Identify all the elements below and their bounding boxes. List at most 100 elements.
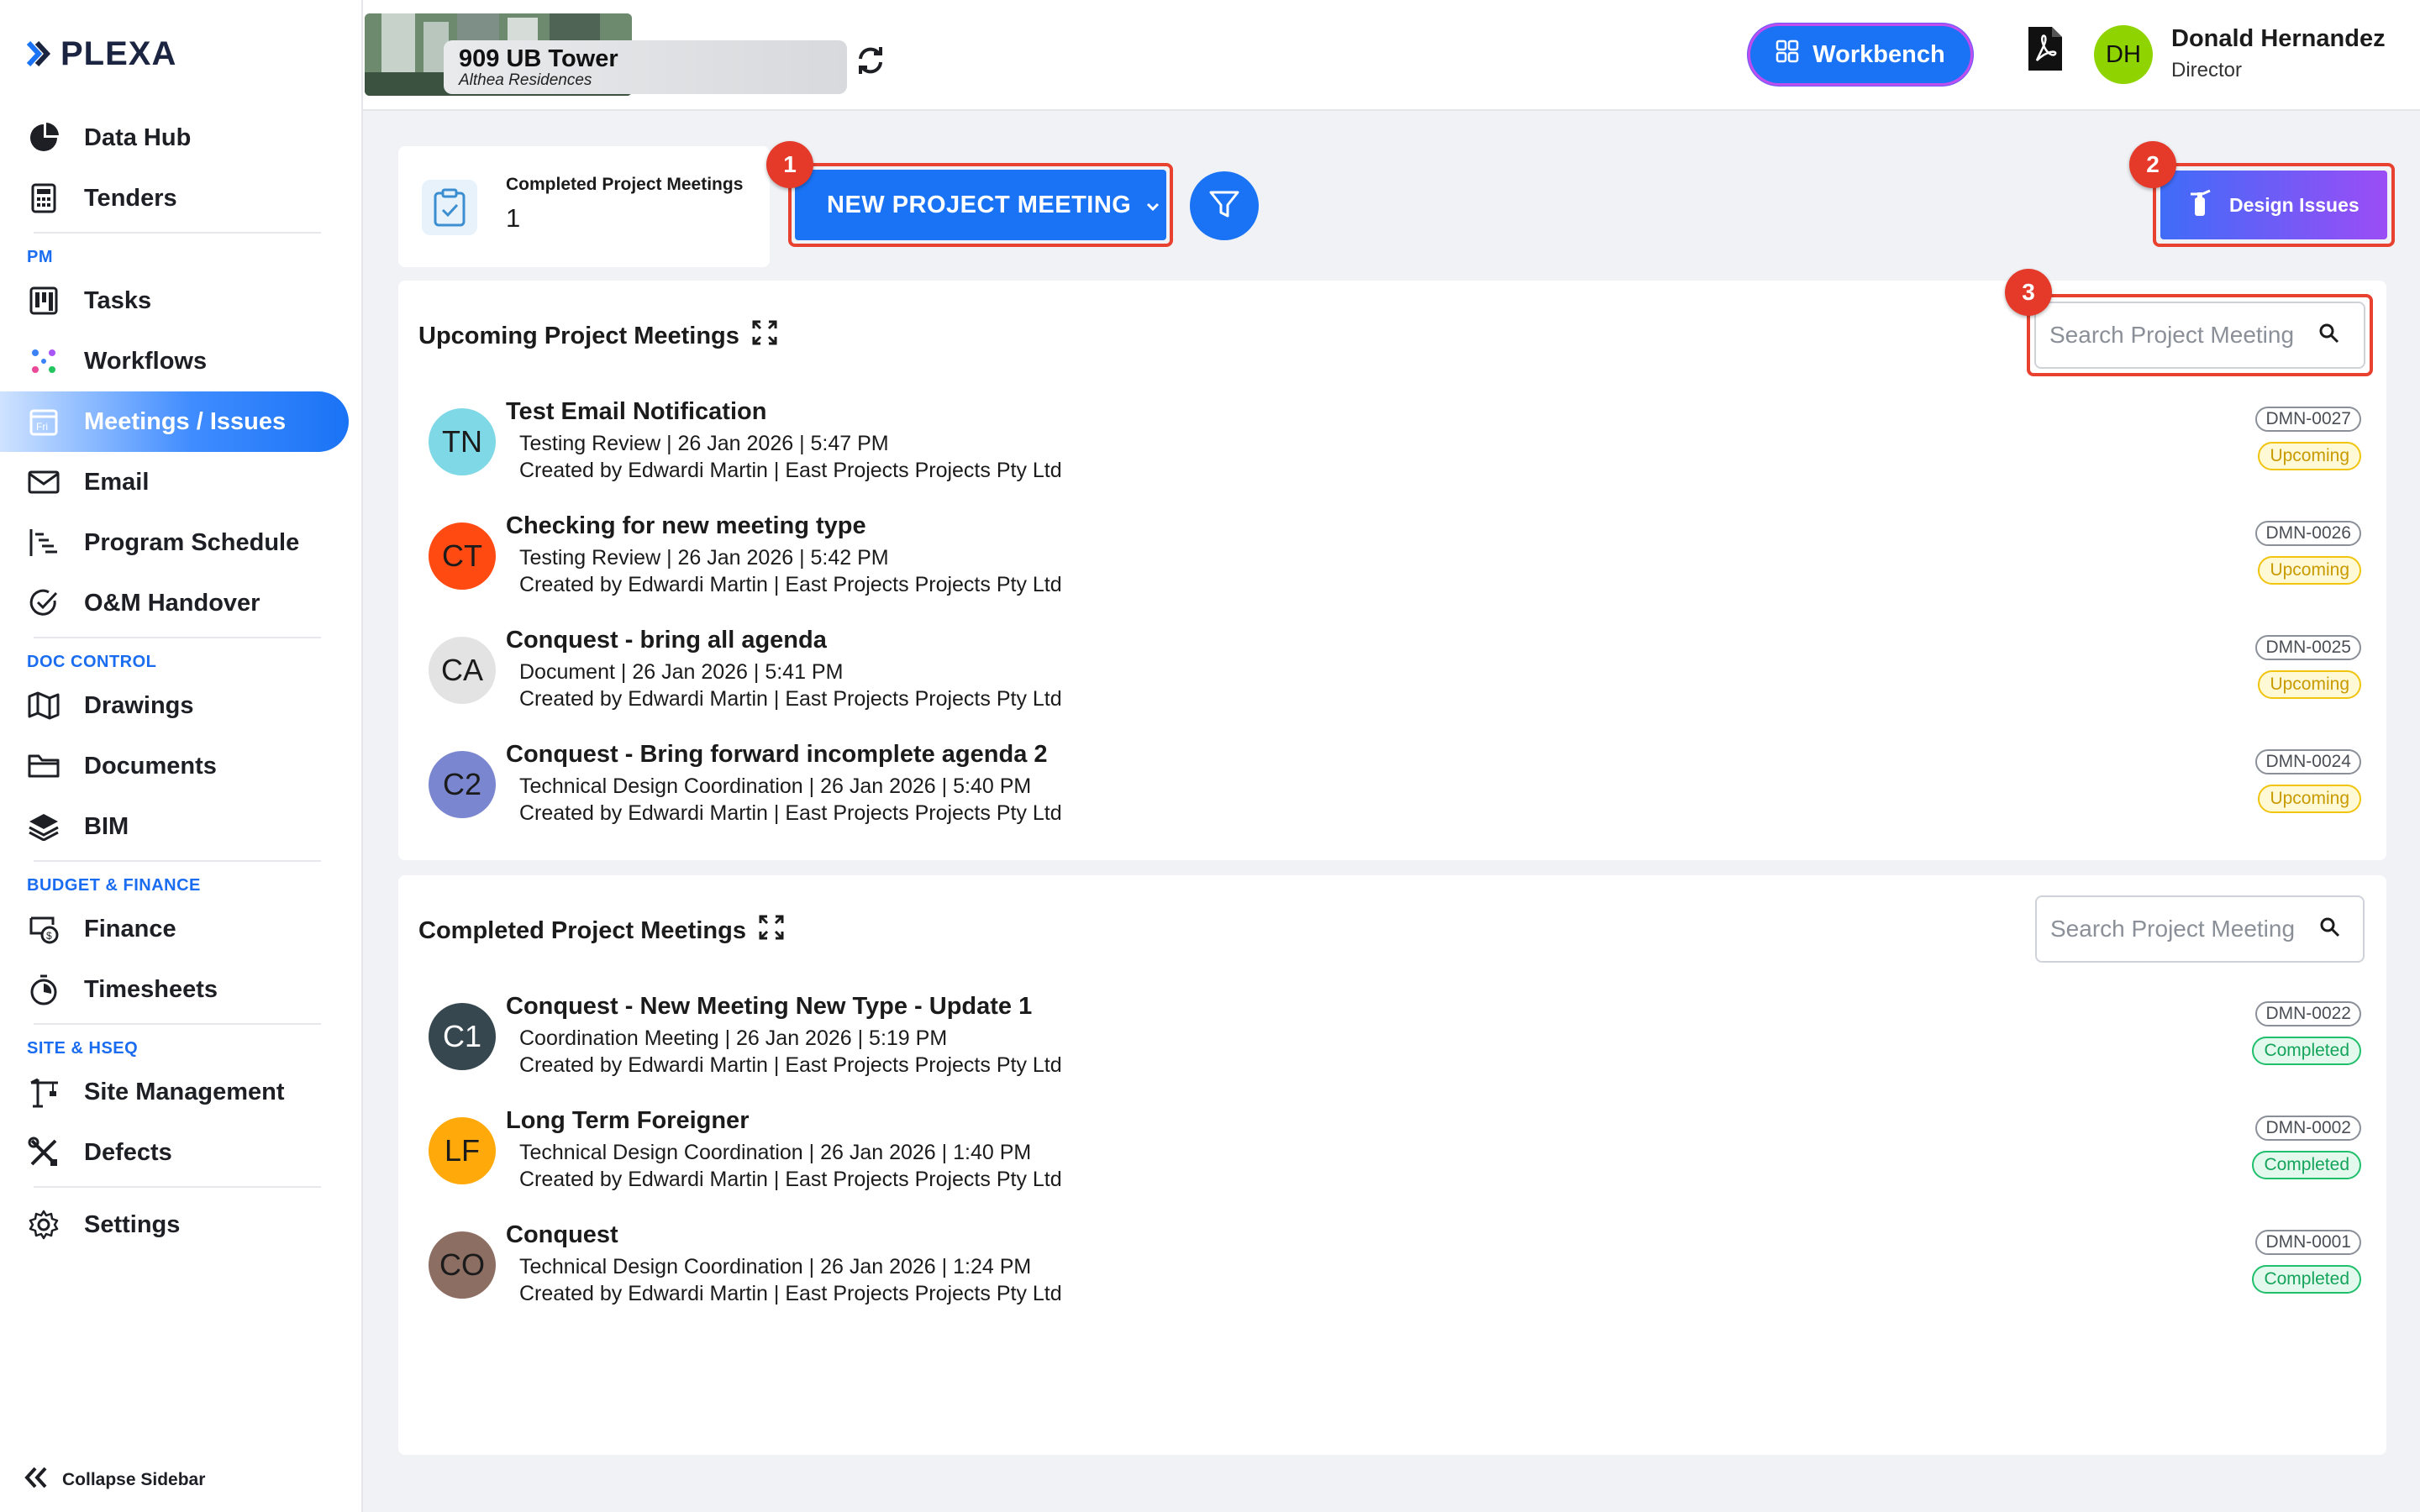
upcoming-meetings-panel: Upcoming Project Meetings TN Test Email … bbox=[398, 281, 2386, 860]
meeting-avatar: TN bbox=[429, 408, 496, 475]
upcoming-title-text: Upcoming Project Meetings bbox=[418, 322, 739, 349]
top-bar: 909 UB Tower Althea Residences Workbench… bbox=[363, 0, 2420, 111]
status-badge: Upcoming bbox=[2258, 442, 2361, 470]
meeting-avatar: C2 bbox=[429, 751, 496, 818]
user-avatar[interactable]: DH bbox=[2094, 25, 2153, 84]
svg-text:Fri: Fri bbox=[36, 421, 48, 433]
status-badge: Upcoming bbox=[2258, 785, 2361, 813]
marker-badge-2: 2 bbox=[2129, 141, 2176, 188]
finance-icon: $ bbox=[27, 912, 60, 946]
stopwatch-icon bbox=[27, 973, 60, 1006]
expand-icon[interactable] bbox=[751, 319, 778, 353]
completed-search-box bbox=[2035, 895, 2365, 963]
completed-title-text: Completed Project Meetings bbox=[418, 916, 746, 944]
sidebar-item-workflows[interactable]: Workflows bbox=[0, 331, 363, 391]
plexa-logo[interactable]: PLEXA bbox=[26, 34, 177, 72]
chevron-down-icon bbox=[1144, 192, 1161, 219]
collapse-sidebar-button[interactable]: Collapse Sidebar bbox=[24, 1467, 205, 1494]
check-circle-icon bbox=[27, 586, 60, 620]
meeting-title: Conquest - Bring forward incomplete agen… bbox=[506, 741, 1048, 768]
meeting-creator: Created by Edwardi Martin | East Project… bbox=[519, 573, 1062, 596]
upcoming-search-highlight bbox=[2027, 294, 2373, 376]
sidebar-item-tenders[interactable]: Tenders bbox=[0, 168, 363, 228]
sidebar-divider bbox=[34, 232, 321, 234]
sidebar-item-label: Defects bbox=[84, 1138, 172, 1166]
meeting-row[interactable]: LF Long Term Foreigner Technical Design … bbox=[429, 1107, 2361, 1221]
map-icon bbox=[27, 689, 60, 722]
expand-icon[interactable] bbox=[758, 914, 785, 948]
sidebar-item-program-schedule[interactable]: Program Schedule bbox=[0, 512, 363, 573]
double-chevron-left-icon bbox=[24, 1467, 49, 1494]
meeting-details: Technical Design Coordination | 26 Jan 2… bbox=[519, 1255, 1032, 1278]
sidebar-divider bbox=[34, 637, 321, 638]
sidebar-item-timesheets[interactable]: Timesheets bbox=[0, 959, 363, 1020]
user-role: Director bbox=[2171, 59, 2243, 81]
project-selector[interactable]: 909 UB Tower Althea Residences bbox=[444, 40, 847, 94]
status-badge: Completed bbox=[2252, 1037, 2361, 1065]
completed-meetings-panel: Completed Project Meetings C1 Conquest -… bbox=[398, 875, 2386, 1455]
meeting-row[interactable]: CA Conquest - bring all agenda Document … bbox=[429, 627, 2361, 741]
svg-text:$: $ bbox=[46, 930, 52, 942]
completed-meetings-stat-card: Completed Project Meetings 1 bbox=[398, 146, 770, 267]
status-badge: Completed bbox=[2252, 1151, 2361, 1179]
sidebar-item-email[interactable]: Email bbox=[0, 452, 363, 512]
meeting-row[interactable]: TN Test Email Notification Testing Revie… bbox=[429, 398, 2361, 512]
meeting-row[interactable]: C1 Conquest - New Meeting New Type - Upd… bbox=[429, 993, 2361, 1107]
sidebar-item-drawings[interactable]: Drawings bbox=[0, 675, 363, 736]
sidebar-item-documents[interactable]: Documents bbox=[0, 736, 363, 796]
meeting-row[interactable]: CO Conquest Technical Design Coordinatio… bbox=[429, 1221, 2361, 1336]
sync-icon[interactable] bbox=[854, 44, 887, 77]
project-subtitle: Althea Residences bbox=[459, 71, 592, 89]
kanban-icon bbox=[27, 284, 60, 318]
collapse-sidebar-label: Collapse Sidebar bbox=[62, 1470, 206, 1489]
meeting-title: Long Term Foreigner bbox=[506, 1107, 750, 1134]
filter-button[interactable] bbox=[1190, 171, 1259, 240]
sidebar: PLEXA Data Hub Tenders PM Tasks Workflow… bbox=[0, 0, 363, 1512]
new-project-meeting-button[interactable]: NEW PROJECT MEETING bbox=[795, 170, 1166, 240]
sidebar-item-label: Settings bbox=[84, 1210, 181, 1238]
meeting-row[interactable]: CT Checking for new meeting type Testing… bbox=[429, 512, 2361, 627]
completed-search-input[interactable] bbox=[2050, 916, 2319, 942]
meeting-details: Technical Design Coordination | 26 Jan 2… bbox=[519, 774, 1032, 798]
sidebar-item-tasks[interactable]: Tasks bbox=[0, 270, 363, 331]
status-badge: Upcoming bbox=[2258, 556, 2361, 585]
meeting-creator: Created by Edwardi Martin | East Project… bbox=[519, 1282, 1062, 1305]
logo-text: PLEXA bbox=[60, 34, 177, 72]
sidebar-item-bim[interactable]: BIM bbox=[0, 796, 363, 857]
sidebar-item-settings[interactable]: Settings bbox=[0, 1194, 363, 1255]
meeting-avatar: CA bbox=[429, 637, 496, 704]
sidebar-item-label: Workflows bbox=[84, 347, 208, 375]
status-badge: Upcoming bbox=[2258, 670, 2361, 699]
workflow-icon bbox=[27, 344, 60, 378]
logo-mark-icon bbox=[26, 40, 55, 67]
search-icon[interactable] bbox=[2319, 916, 2341, 942]
sidebar-item-label: Timesheets bbox=[84, 975, 218, 1003]
meeting-details: Coordination Meeting | 26 Jan 2026 | 5:1… bbox=[519, 1026, 948, 1050]
sidebar-item-label: BIM bbox=[84, 812, 129, 840]
meeting-row[interactable]: C2 Conquest - Bring forward incomplete a… bbox=[429, 741, 2361, 855]
meeting-code: DMN-0027 bbox=[2255, 407, 2361, 432]
sidebar-item-om-handover[interactable]: O&M Handover bbox=[0, 573, 363, 633]
sidebar-item-finance[interactable]: $ Finance bbox=[0, 899, 363, 959]
sidebar-section-site-hseq: SITE & HSEQ bbox=[27, 1039, 139, 1058]
sidebar-item-label: Program Schedule bbox=[84, 528, 300, 556]
sidebar-item-data-hub[interactable]: Data Hub bbox=[0, 108, 363, 168]
upcoming-search-input[interactable] bbox=[2049, 322, 2318, 349]
search-icon[interactable] bbox=[2318, 323, 2340, 349]
pie-chart-icon bbox=[27, 121, 60, 155]
meeting-title: Conquest bbox=[506, 1221, 618, 1248]
sidebar-item-meetings-issues[interactable]: Fri Meetings / Issues bbox=[0, 391, 349, 452]
sidebar-section-doc-control: DOC CONTROL bbox=[27, 653, 157, 671]
clipboard-check-icon bbox=[422, 180, 477, 235]
sidebar-item-defects[interactable]: Defects bbox=[0, 1122, 363, 1183]
stat-value: 1 bbox=[506, 203, 521, 233]
sidebar-item-label: Tasks bbox=[84, 286, 152, 314]
workbench-button[interactable]: Workbench bbox=[1748, 24, 1973, 86]
pdf-export-icon[interactable] bbox=[2027, 25, 2064, 72]
sidebar-divider bbox=[34, 1186, 321, 1188]
design-issues-button[interactable]: Design Issues bbox=[2160, 171, 2387, 239]
folder-icon bbox=[27, 749, 60, 783]
grid-icon bbox=[1776, 39, 1799, 70]
sidebar-item-site-management[interactable]: Site Management bbox=[0, 1062, 363, 1122]
sidebar-item-label: Documents bbox=[84, 752, 217, 780]
